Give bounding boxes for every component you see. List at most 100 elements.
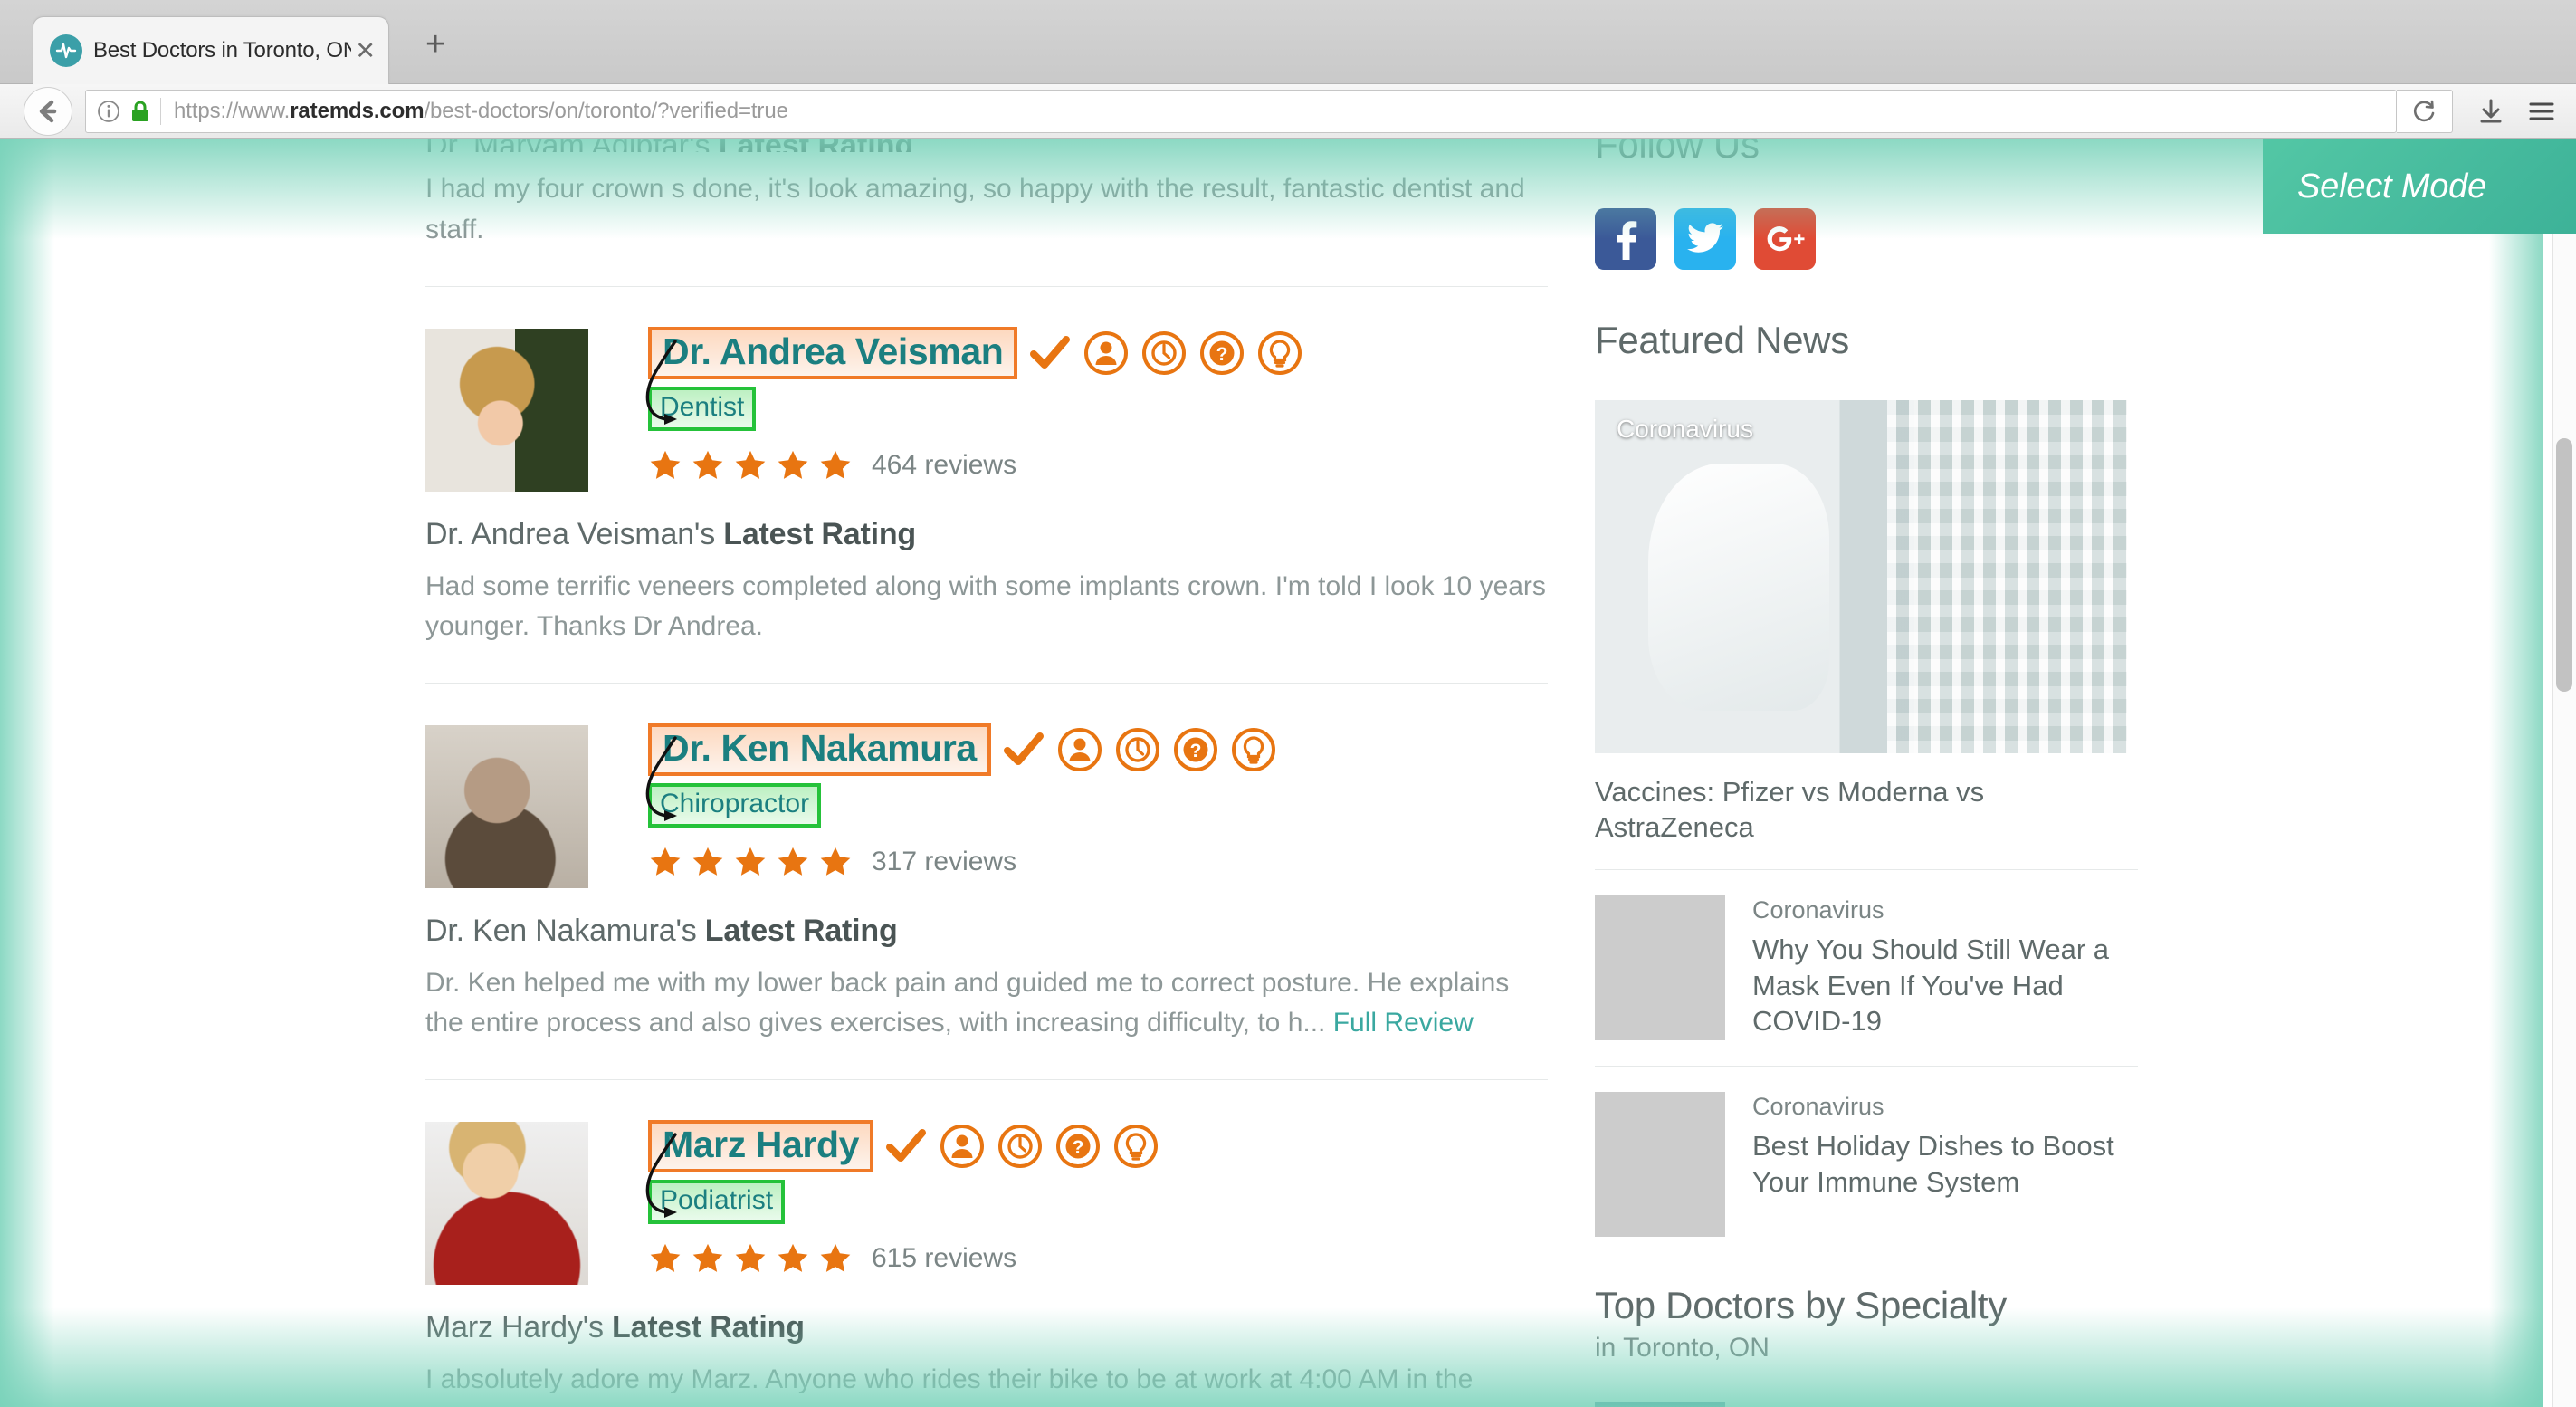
star-icon <box>776 845 810 879</box>
news-list-item[interactable]: Coronavirus Why You Should Still Wear a … <box>1595 895 2138 1040</box>
news-list-item[interactable]: Coronavirus Best Holiday Dishes to Boost… <box>1595 1091 2138 1237</box>
download-button[interactable] <box>2466 90 2516 133</box>
clock-circle-icon[interactable] <box>1114 726 1161 773</box>
divider <box>1595 1065 2138 1067</box>
family-group-icon <box>1595 1401 1725 1407</box>
close-icon[interactable]: ✕ <box>355 38 376 63</box>
scrollbar-thumb[interactable] <box>2556 438 2572 692</box>
divider <box>1595 868 2138 870</box>
doctor-name-link[interactable]: Dr. Andrea Veisman <box>663 330 1004 372</box>
browser-tab[interactable]: Best Doctors in Toronto, ON - Do ✕ <box>33 16 389 84</box>
back-button[interactable] <box>24 86 72 136</box>
person-circle-icon[interactable] <box>1083 330 1130 377</box>
browser-window: Best Doctors in Toronto, ON - Do ✕ + <box>0 0 2576 1407</box>
doctor-action-icons: ? <box>939 1123 1159 1170</box>
latest-rating-title: Dr. Andrea Veisman's Latest Rating <box>425 517 1548 552</box>
news-title[interactable]: Best Holiday Dishes to Boost Your Immune… <box>1752 1128 2138 1200</box>
latest-rating-text: Had some terrific veneers completed alon… <box>425 571 1546 641</box>
page-content: Dr. Maryam Adibfar's Latest Rating I had… <box>0 139 2543 1407</box>
ratemds-pulse-logo-icon <box>50 34 82 67</box>
verified-check-icon <box>1030 335 1071 371</box>
facebook-icon[interactable] <box>1595 208 1656 270</box>
doctor-name-annotation-box: Dr. Ken Nakamura <box>648 723 991 776</box>
clipped-doctor-name: Dr. Maryam Adibfar's <box>425 139 710 152</box>
star-icon <box>648 845 682 879</box>
top-doctors-specialty-heading: Top Doctors by Specialty <box>1595 1283 2008 1326</box>
question-circle-icon[interactable]: ? <box>1172 726 1219 773</box>
doctor-action-icons: ? <box>1056 726 1277 773</box>
doctor-rating-row: 615 reviews <box>648 1241 1548 1276</box>
page-scrollbar[interactable] <box>2552 139 2576 1407</box>
verified-check-icon <box>1003 732 1044 768</box>
new-tab-button[interactable]: + <box>425 27 445 62</box>
doctor-photo[interactable] <box>425 1122 588 1285</box>
doctor-card: Dr. Ken Nakamura ? Chiropractor 317 revi… <box>425 684 1548 1080</box>
star-icon <box>776 448 810 483</box>
clock-circle-icon[interactable] <box>1140 330 1188 377</box>
doctor-name-link[interactable]: Dr. Ken Nakamura <box>663 727 977 769</box>
doctor-name-annotation-box: Marz Hardy <box>648 1120 874 1172</box>
latest-rating-text: I absolutely adore my Marz. Anyone who r… <box>425 1364 1474 1394</box>
news-category: Coronavirus <box>1752 1092 1884 1120</box>
verified-check-icon <box>886 1128 927 1164</box>
lightbulb-circle-icon[interactable] <box>1230 726 1277 773</box>
doctor-specialty-annotation-box: Dentist <box>648 387 757 431</box>
lightbulb-circle-icon[interactable] <box>1112 1123 1159 1170</box>
doctor-name-row: Marz Hardy ? <box>648 1118 1548 1174</box>
select-mode-badge[interactable]: Select Mode <box>2263 139 2576 234</box>
specialty-list-item[interactable]: Top 10 Family Doctors / G.P.s <box>1595 1401 2138 1407</box>
doctor-name-link[interactable]: Marz Hardy <box>663 1124 859 1165</box>
reviews-count[interactable]: 464 reviews <box>872 450 1016 481</box>
browser-tab-bar: Best Doctors in Toronto, ON - Do ✕ + <box>0 0 2576 84</box>
doctor-specialty-link[interactable]: Podiatrist <box>660 1185 773 1215</box>
doctor-card: Marz Hardy ? Podiatrist 615 reviews Marz… <box>425 1080 1548 1400</box>
star-icon <box>776 1241 810 1276</box>
latest-rating-text: Dr. Ken helped me with my lower back pai… <box>425 963 1548 1043</box>
doctor-info: Marz Hardy ? Podiatrist 615 reviews <box>645 1118 1548 1276</box>
doctor-photo[interactable] <box>425 725 588 888</box>
latest-rating-suffix: Latest Rating <box>715 517 917 551</box>
top-doctors-specialty-subtitle: in Toronto, ON <box>1595 1332 1770 1363</box>
reviews-count[interactable]: 615 reviews <box>872 1243 1016 1274</box>
clock-circle-icon[interactable] <box>997 1123 1044 1170</box>
doctor-specialty-link[interactable]: Dentist <box>660 392 744 422</box>
star-icon <box>733 845 768 879</box>
full-review-link[interactable]: Full Review <box>1333 1008 1474 1038</box>
star-icon <box>818 1241 853 1276</box>
doctor-name-row: Dr. Andrea Veisman ? <box>648 325 1548 381</box>
featured-news-hero-image[interactable]: Coronavirus <box>1595 400 2127 753</box>
doctor-photo[interactable] <box>425 329 588 492</box>
address-bar[interactable]: https://www.ratemds.com/best-doctors/on/… <box>85 89 2397 133</box>
person-circle-icon[interactable] <box>1056 726 1103 773</box>
clipped-heading-suffix: Latest Rating <box>710 139 913 152</box>
star-icon <box>648 1241 682 1276</box>
news-category: Coronavirus <box>1752 895 1884 924</box>
doctor-card: Dr. Andrea Veisman ? Dentist 464 reviews… <box>425 287 1548 684</box>
doctor-rating-row: 464 reviews <box>648 448 1548 483</box>
doctor-specialty-link[interactable]: Chiropractor <box>660 789 809 818</box>
menu-button[interactable] <box>2516 90 2567 133</box>
doctor-info: Dr. Andrea Veisman ? Dentist 464 reviews <box>645 325 1548 483</box>
star-icon <box>691 448 725 483</box>
doctor-results-column: Dr. Maryam Adibfar's Latest Rating I had… <box>425 139 1548 1400</box>
reload-button[interactable] <box>2397 89 2453 133</box>
latest-rating-title: Marz Hardy's Latest Rating <box>425 1310 1548 1345</box>
svg-text:?: ? <box>1216 344 1228 365</box>
question-circle-icon[interactable]: ? <box>1054 1123 1102 1170</box>
twitter-icon[interactable] <box>1674 208 1736 270</box>
hero-news-title[interactable]: Vaccines: Pfizer vs Moderna vs AstraZene… <box>1595 775 2138 846</box>
news-thumbnail <box>1595 1091 1725 1237</box>
news-title[interactable]: Why You Should Still Wear a Mask Even If… <box>1752 932 2138 1039</box>
star-icon <box>818 448 853 483</box>
question-circle-icon[interactable]: ? <box>1198 330 1245 377</box>
reviews-count[interactable]: 317 reviews <box>872 847 1016 877</box>
doctor-info: Dr. Ken Nakamura ? Chiropractor 317 revi… <box>645 722 1548 879</box>
person-circle-icon[interactable] <box>939 1123 986 1170</box>
star-icon <box>648 448 682 483</box>
site-info-icon[interactable] <box>95 98 122 125</box>
google-plus-icon[interactable] <box>1754 208 1816 270</box>
browser-tab-title: Best Doctors in Toronto, ON - Do <box>93 38 352 62</box>
lightbulb-circle-icon[interactable] <box>1256 330 1303 377</box>
star-icon <box>691 845 725 879</box>
doctor-name-annotation-box: Dr. Andrea Veisman <box>648 327 1018 379</box>
